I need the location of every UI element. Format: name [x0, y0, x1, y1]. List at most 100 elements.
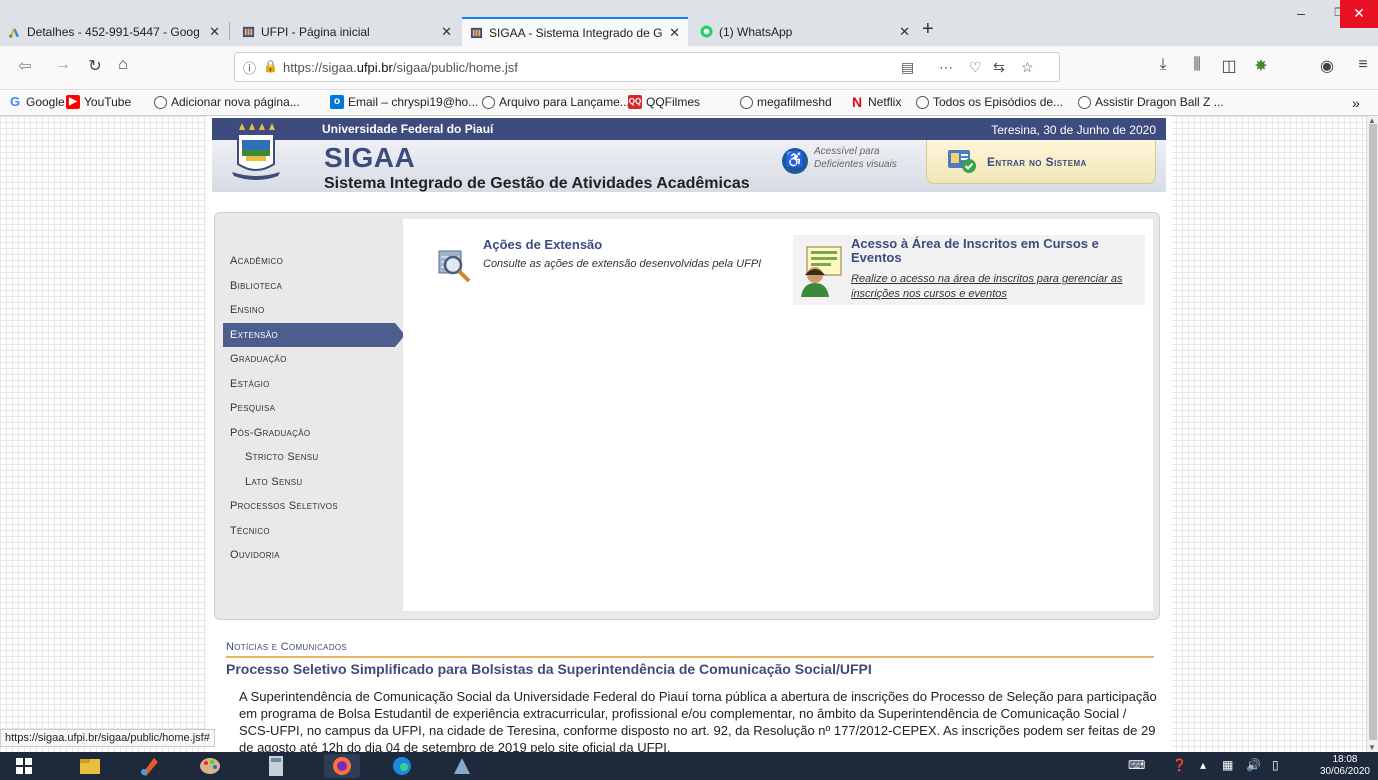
edge-icon[interactable]: [384, 754, 420, 778]
bookmark-add-page[interactable]: Adicionar nova página...: [154, 95, 300, 109]
file-explorer-icon[interactable]: [72, 754, 108, 778]
bookmark-dragon-ball[interactable]: Assistir Dragon Ball Z ...: [1078, 95, 1224, 109]
close-window-button[interactable]: ✕: [1340, 0, 1378, 28]
sidebar-item-stricto-sensu[interactable]: Stricto Sensu: [215, 445, 401, 470]
browser-tab-bar: Detalhes - 452-991-5447 - Goog ✕ UFPI - …: [0, 0, 1378, 46]
account-icon[interactable]: ◉: [1316, 56, 1338, 76]
bookmark-star-icon[interactable]: ☆: [1021, 59, 1034, 76]
bookmark-episodios[interactable]: Todos os Episódios de...: [916, 95, 1063, 109]
help-icon[interactable]: ❓: [1172, 758, 1187, 772]
login-button[interactable]: Entrar no Sistema: [926, 140, 1156, 184]
tab-google-ads[interactable]: Detalhes - 452-991-5447 - Goog ✕: [0, 17, 228, 46]
sidebar-item-academico[interactable]: Acadêmico: [215, 249, 401, 274]
sidebar-item-estagio[interactable]: Estágio: [215, 372, 401, 397]
windows-taskbar: ⌨ ❓ ▴ ▦ 🔊 ▯ 18:08 30/06/2020: [0, 752, 1378, 780]
sidebar-item-pesquisa[interactable]: Pesquisa: [215, 396, 401, 421]
sidebar-item-lato-sensu[interactable]: Lato Sensu: [215, 470, 401, 495]
sidebar-item-extensao[interactable]: Extensão: [223, 322, 405, 347]
tab-sigaa[interactable]: SIGAA - Sistema Integrado de G ✕: [462, 17, 688, 46]
extension-icon[interactable]: ✸: [1250, 56, 1272, 76]
sidebar-item-graduacao[interactable]: Graduação: [215, 347, 401, 372]
lock-icon[interactable]: 🔒: [263, 59, 278, 73]
sidebar-item-pos-graduacao[interactable]: Pós-Graduação: [215, 421, 401, 446]
keyboard-icon[interactable]: ⌨: [1128, 758, 1145, 772]
status-url: https://sigaa.ufpi.br/sigaa/public/home.…: [0, 729, 215, 747]
home-icon[interactable]: ⌂: [112, 56, 134, 74]
acoes-extensao-title[interactable]: Ações de Extensão: [483, 237, 602, 252]
globe-icon: [916, 95, 929, 109]
accessibility-icon[interactable]: ♿: [782, 148, 808, 174]
battery-icon[interactable]: ▯: [1272, 758, 1279, 772]
windows-start-icon[interactable]: [6, 754, 42, 778]
close-icon[interactable]: ✕: [899, 24, 910, 40]
scroll-down-icon[interactable]: ▼: [1368, 743, 1376, 752]
translate-icon[interactable]: ⇆: [993, 59, 1005, 76]
header-date: Teresina, 30 de Junho de 2020: [991, 123, 1156, 137]
area-inscritos-title[interactable]: Acesso à Área de Inscritos em Cursos e E…: [851, 237, 1141, 265]
sidebar-menu: Acadêmico Biblioteca Ensino Extensão Gra…: [215, 249, 405, 568]
outlook-icon: o: [330, 95, 344, 109]
bookmark-megafilmeshd[interactable]: megafilmeshd: [740, 95, 832, 109]
menu-icon[interactable]: ≡: [1352, 56, 1374, 74]
close-icon[interactable]: ✕: [441, 24, 452, 40]
download-icon[interactable]: ⤓: [1152, 56, 1174, 74]
back-icon[interactable]: ⇦: [14, 56, 36, 76]
network-icon[interactable]: ▦: [1222, 758, 1233, 772]
sidebar-item-ensino[interactable]: Ensino: [215, 298, 401, 323]
paint-icon[interactable]: [132, 754, 168, 778]
news-heading: Notícias e Comunicados: [226, 641, 1154, 658]
accessibility-link[interactable]: Acessível para Deficientes visuais: [814, 145, 897, 171]
vertical-scrollbar[interactable]: ▲ ▼: [1366, 116, 1378, 752]
sidebar-item-processos-seletivos[interactable]: Processos Seletivos: [215, 494, 401, 519]
bookmark-arquivo[interactable]: Arquivo para Lançame...: [482, 95, 630, 109]
tab-label: SIGAA - Sistema Integrado de G: [489, 25, 663, 40]
scroll-thumb[interactable]: [1369, 124, 1377, 740]
user-board-icon: [801, 246, 842, 297]
bookmark-email[interactable]: o Email – chryspi19@ho...: [330, 95, 478, 109]
close-icon[interactable]: ✕: [209, 24, 220, 40]
info-icon[interactable]: ⓘ: [243, 58, 256, 77]
url-text[interactable]: https://sigaa.ufpi.br/sigaa/public/home.…: [283, 60, 518, 75]
firefox-icon[interactable]: [324, 754, 360, 778]
tray-chevron-icon[interactable]: ▴: [1200, 758, 1206, 772]
calculator-icon[interactable]: [258, 754, 294, 778]
google-ads-icon: [9, 27, 20, 38]
sidebar-icon[interactable]: ◫: [1218, 56, 1240, 76]
close-icon[interactable]: ✕: [669, 25, 680, 41]
reader-mode-icon[interactable]: ▤: [901, 59, 914, 76]
ufpi-logo: [232, 120, 280, 180]
area-inscritos-item[interactable]: Acesso à Área de Inscritos em Cursos e E…: [793, 235, 1145, 305]
login-label: Entrar no Sistema: [987, 155, 1087, 169]
tab-whatsapp[interactable]: (1) WhatsApp ✕: [692, 17, 918, 46]
url-bar[interactable]: ⓘ 🔒 https://sigaa.ufpi.br/sigaa/public/h…: [234, 52, 1060, 82]
sigaa-page: Universidade Federal do Piauí Teresina, …: [206, 116, 1172, 752]
header-band: SIGAA Sistema Integrado de Gestão de Ati…: [212, 120, 1166, 192]
sidebar-item-tecnico[interactable]: Técnico: [215, 519, 401, 544]
tab-ufpi[interactable]: UFPI - Página inicial ✕: [234, 17, 460, 46]
paint-palette-icon[interactable]: [192, 754, 228, 778]
app-icon[interactable]: [444, 754, 480, 778]
area-inscritos-link[interactable]: Realize o acesso na área de inscritos pa…: [851, 272, 1141, 302]
qqfilmes-icon: QQ: [628, 95, 642, 109]
reload-icon[interactable]: ↻: [84, 56, 106, 76]
bookmark-google[interactable]: G Google: [8, 95, 65, 110]
more-actions-icon[interactable]: ⋯: [939, 59, 953, 76]
pocket-icon[interactable]: ♡: [969, 59, 982, 76]
system-clock[interactable]: 18:08 30/06/2020: [1320, 754, 1370, 778]
acoes-extensao-desc: Consulte as ações de extensão desenvolvi…: [483, 258, 762, 270]
bookmark-netflix[interactable]: N Netflix: [850, 95, 901, 109]
more-bookmarks-chevron-icon[interactable]: »: [1352, 95, 1360, 111]
volume-icon[interactable]: 🔊: [1246, 758, 1261, 772]
bookmark-qqfilmes[interactable]: QQ QQFilmes: [628, 95, 700, 109]
tab-label: (1) WhatsApp: [719, 24, 793, 39]
library-icon[interactable]: ⫼: [1186, 56, 1208, 74]
new-tab-button[interactable]: +: [922, 18, 934, 41]
news-title[interactable]: Processo Seletivo Simplificado para Bols…: [226, 661, 872, 677]
sidebar-item-biblioteca[interactable]: Biblioteca: [215, 274, 401, 299]
minimize-button[interactable]: –: [1282, 0, 1320, 28]
forward-icon[interactable]: →: [52, 56, 74, 74]
bookmark-youtube[interactable]: ▶ YouTube: [66, 95, 131, 109]
login-card-icon: [948, 150, 976, 173]
sidebar-item-ouvidoria[interactable]: Ouvidoria: [215, 543, 401, 568]
tab-label: Detalhes - 452-991-5447 - Goog: [27, 24, 200, 39]
